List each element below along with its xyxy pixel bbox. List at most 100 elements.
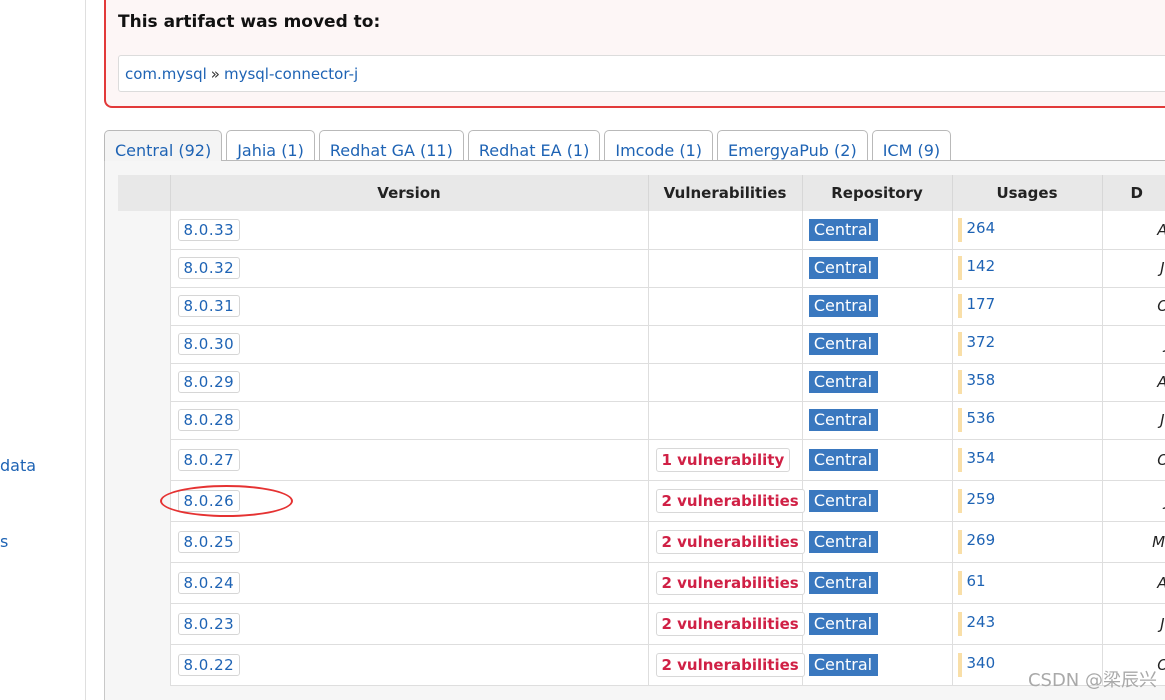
repository-cell: Central (802, 521, 953, 563)
date-header: D (1102, 175, 1165, 211)
usages-link[interactable]: 177 (957, 294, 995, 318)
usages-cell: 61 (952, 562, 1103, 604)
group-link[interactable]: com.mysql (125, 65, 207, 83)
repository-cell: Central (802, 363, 953, 402)
repository-badge[interactable]: Central (808, 489, 878, 512)
version-link[interactable]: 8.0.27 (177, 448, 241, 471)
vulnerability-link[interactable]: 2 vulnerabilities (655, 652, 805, 677)
tab-redhat-ea[interactable]: Redhat EA (1) (467, 130, 601, 160)
moved-notice-title: This artifact was moved to: (118, 12, 381, 32)
date-cell: Jan 1 (1102, 603, 1165, 645)
vulnerability-link[interactable]: 1 vulnerability (655, 447, 791, 472)
version-link[interactable]: 8.0.24 (177, 571, 241, 594)
release-date: Jan 1 (1160, 411, 1165, 429)
vulnerability-cell: 2 vulnerabilities (648, 521, 805, 563)
version-link[interactable]: 8.0.26 (177, 489, 241, 512)
usages-cell: 372 (952, 325, 1103, 364)
table-row: 8.0.32 Central 142 Jan 1 (118, 249, 1165, 288)
row-gutter (118, 521, 171, 562)
vulnerability-link[interactable]: 2 vulnerabilities (655, 529, 805, 554)
version-link[interactable]: 8.0.29 (177, 371, 241, 393)
vulnerability-cell: 2 vulnerabilities (648, 562, 805, 604)
version-header: Version (170, 175, 649, 211)
date-cell: Jul 2 (1102, 325, 1165, 364)
release-date: Jan 1 (1160, 614, 1165, 633)
usages-link[interactable]: 243 (957, 611, 995, 636)
version-link[interactable]: 8.0.25 (177, 530, 241, 553)
table-row: 8.0.30 Central 372 Jul 2 (118, 325, 1165, 364)
usages-link[interactable]: 536 (957, 408, 995, 432)
version-cell: 8.0.30 (170, 325, 649, 364)
repository-header: Repository (802, 175, 953, 211)
vulnerability-link[interactable]: 2 vulnerabilities (655, 488, 805, 513)
usages-link[interactable]: 61 (957, 570, 986, 595)
release-date: Oct 1 (1103, 451, 1165, 469)
usages-cell: 264 (952, 211, 1103, 250)
version-link[interactable]: 8.0.32 (177, 257, 241, 279)
version-cell: 8.0.31 (170, 287, 649, 326)
vulnerability-link[interactable]: 2 vulnerabilities (655, 570, 805, 595)
table-row: 8.0.26 2 vulnerabilitiesCentral 259 Jul 1 (118, 480, 1165, 522)
tab-redhat-ga[interactable]: Redhat GA (11) (318, 130, 464, 160)
usages-link[interactable]: 269 (957, 529, 995, 554)
repository-badge[interactable]: Central (808, 409, 878, 431)
repository-cell: Central (802, 211, 953, 250)
sidebar-link-partial[interactable]: data (0, 456, 36, 475)
vulnerability-link[interactable]: 2 vulnerabilities (655, 611, 805, 636)
row-gutter (118, 401, 171, 439)
repository-cell: Central (802, 249, 953, 288)
version-link[interactable]: 8.0.31 (177, 295, 241, 317)
repository-badge[interactable]: Central (808, 448, 878, 471)
repository-badge[interactable]: Central (808, 333, 878, 355)
vulnerabilities-header: Vulnerabilities (648, 175, 803, 211)
repository-badge[interactable]: Central (808, 371, 878, 393)
repository-cell: Central (802, 480, 953, 522)
version-link[interactable]: 8.0.22 (177, 653, 241, 676)
table-row: 8.0.23 2 vulnerabilitiesCentral 243 Jan 1 (118, 603, 1165, 645)
table-row: 8.0.222 vulnerabilitiesCentral340Oct 1 (118, 644, 1165, 686)
table-row: 8.0.25 2 vulnerabilitiesCentral 269 May 1 (118, 521, 1165, 563)
artifact-link[interactable]: mysql-connector-j (224, 65, 358, 83)
version-cell: 8.0.25 (170, 521, 649, 563)
repository-badge[interactable]: Central (808, 653, 878, 676)
vulnerability-cell (648, 363, 803, 402)
repository-badge[interactable]: Central (808, 218, 878, 241)
date-cell: May 1 (1102, 521, 1165, 563)
sidebar-link-partial[interactable]: s (0, 532, 8, 551)
usages-cell: 354 (952, 439, 1103, 481)
row-gutter (118, 211, 171, 249)
watermark: CSDN @梁辰兴 (1027, 670, 1157, 691)
date-cell: Jan 1 (1102, 401, 1165, 440)
repository-cell: Central (802, 562, 953, 604)
usages-link[interactable]: 372 (957, 332, 995, 356)
usages-link[interactable]: 358 (957, 370, 995, 394)
usages-link[interactable]: 354 (957, 447, 995, 472)
tab-central[interactable]: Central (92) (104, 130, 223, 161)
tab-icm[interactable]: ICM (9) (871, 130, 952, 160)
version-link[interactable]: 8.0.33 (177, 218, 241, 241)
usages-link[interactable]: 264 (957, 217, 995, 242)
repository-badge[interactable]: Central (808, 257, 878, 279)
version-cell: 8.0.24 (170, 562, 649, 604)
usages-link[interactable]: 142 (957, 256, 995, 280)
vulnerability-cell: 2 vulnerabilities (648, 603, 805, 645)
repository-badge[interactable]: Central (808, 295, 878, 317)
repository-badge[interactable]: Central (808, 612, 878, 635)
breadcrumb-separator: » (210, 65, 220, 83)
version-link[interactable]: 8.0.23 (177, 612, 241, 635)
version-link[interactable]: 8.0.28 (177, 409, 241, 431)
table-row: 8.0.33 Central 264 Apr 1 (118, 211, 1165, 250)
table-row: 8.0.24 2 vulnerabilitiesCentral 61 Apr 1 (118, 562, 1165, 604)
repository-badge[interactable]: Central (808, 571, 878, 594)
vulnerability-cell (648, 249, 803, 288)
vulnerability-cell: 1 vulnerability (648, 439, 803, 481)
usages-link[interactable]: 259 (957, 488, 995, 513)
row-gutter (118, 562, 171, 603)
repository-badge[interactable]: Central (808, 530, 878, 553)
tab-imcode[interactable]: Imcode (1) (604, 130, 713, 160)
table-row: 8.0.28 Central 536 Jan 1 (118, 401, 1165, 440)
tab-emergyapub[interactable]: EmergyaPub (2) (717, 130, 868, 160)
version-link[interactable]: 8.0.30 (177, 333, 241, 355)
usages-link[interactable]: 340 (957, 652, 995, 677)
tab-jahia[interactable]: Jahia (1) (226, 130, 315, 160)
